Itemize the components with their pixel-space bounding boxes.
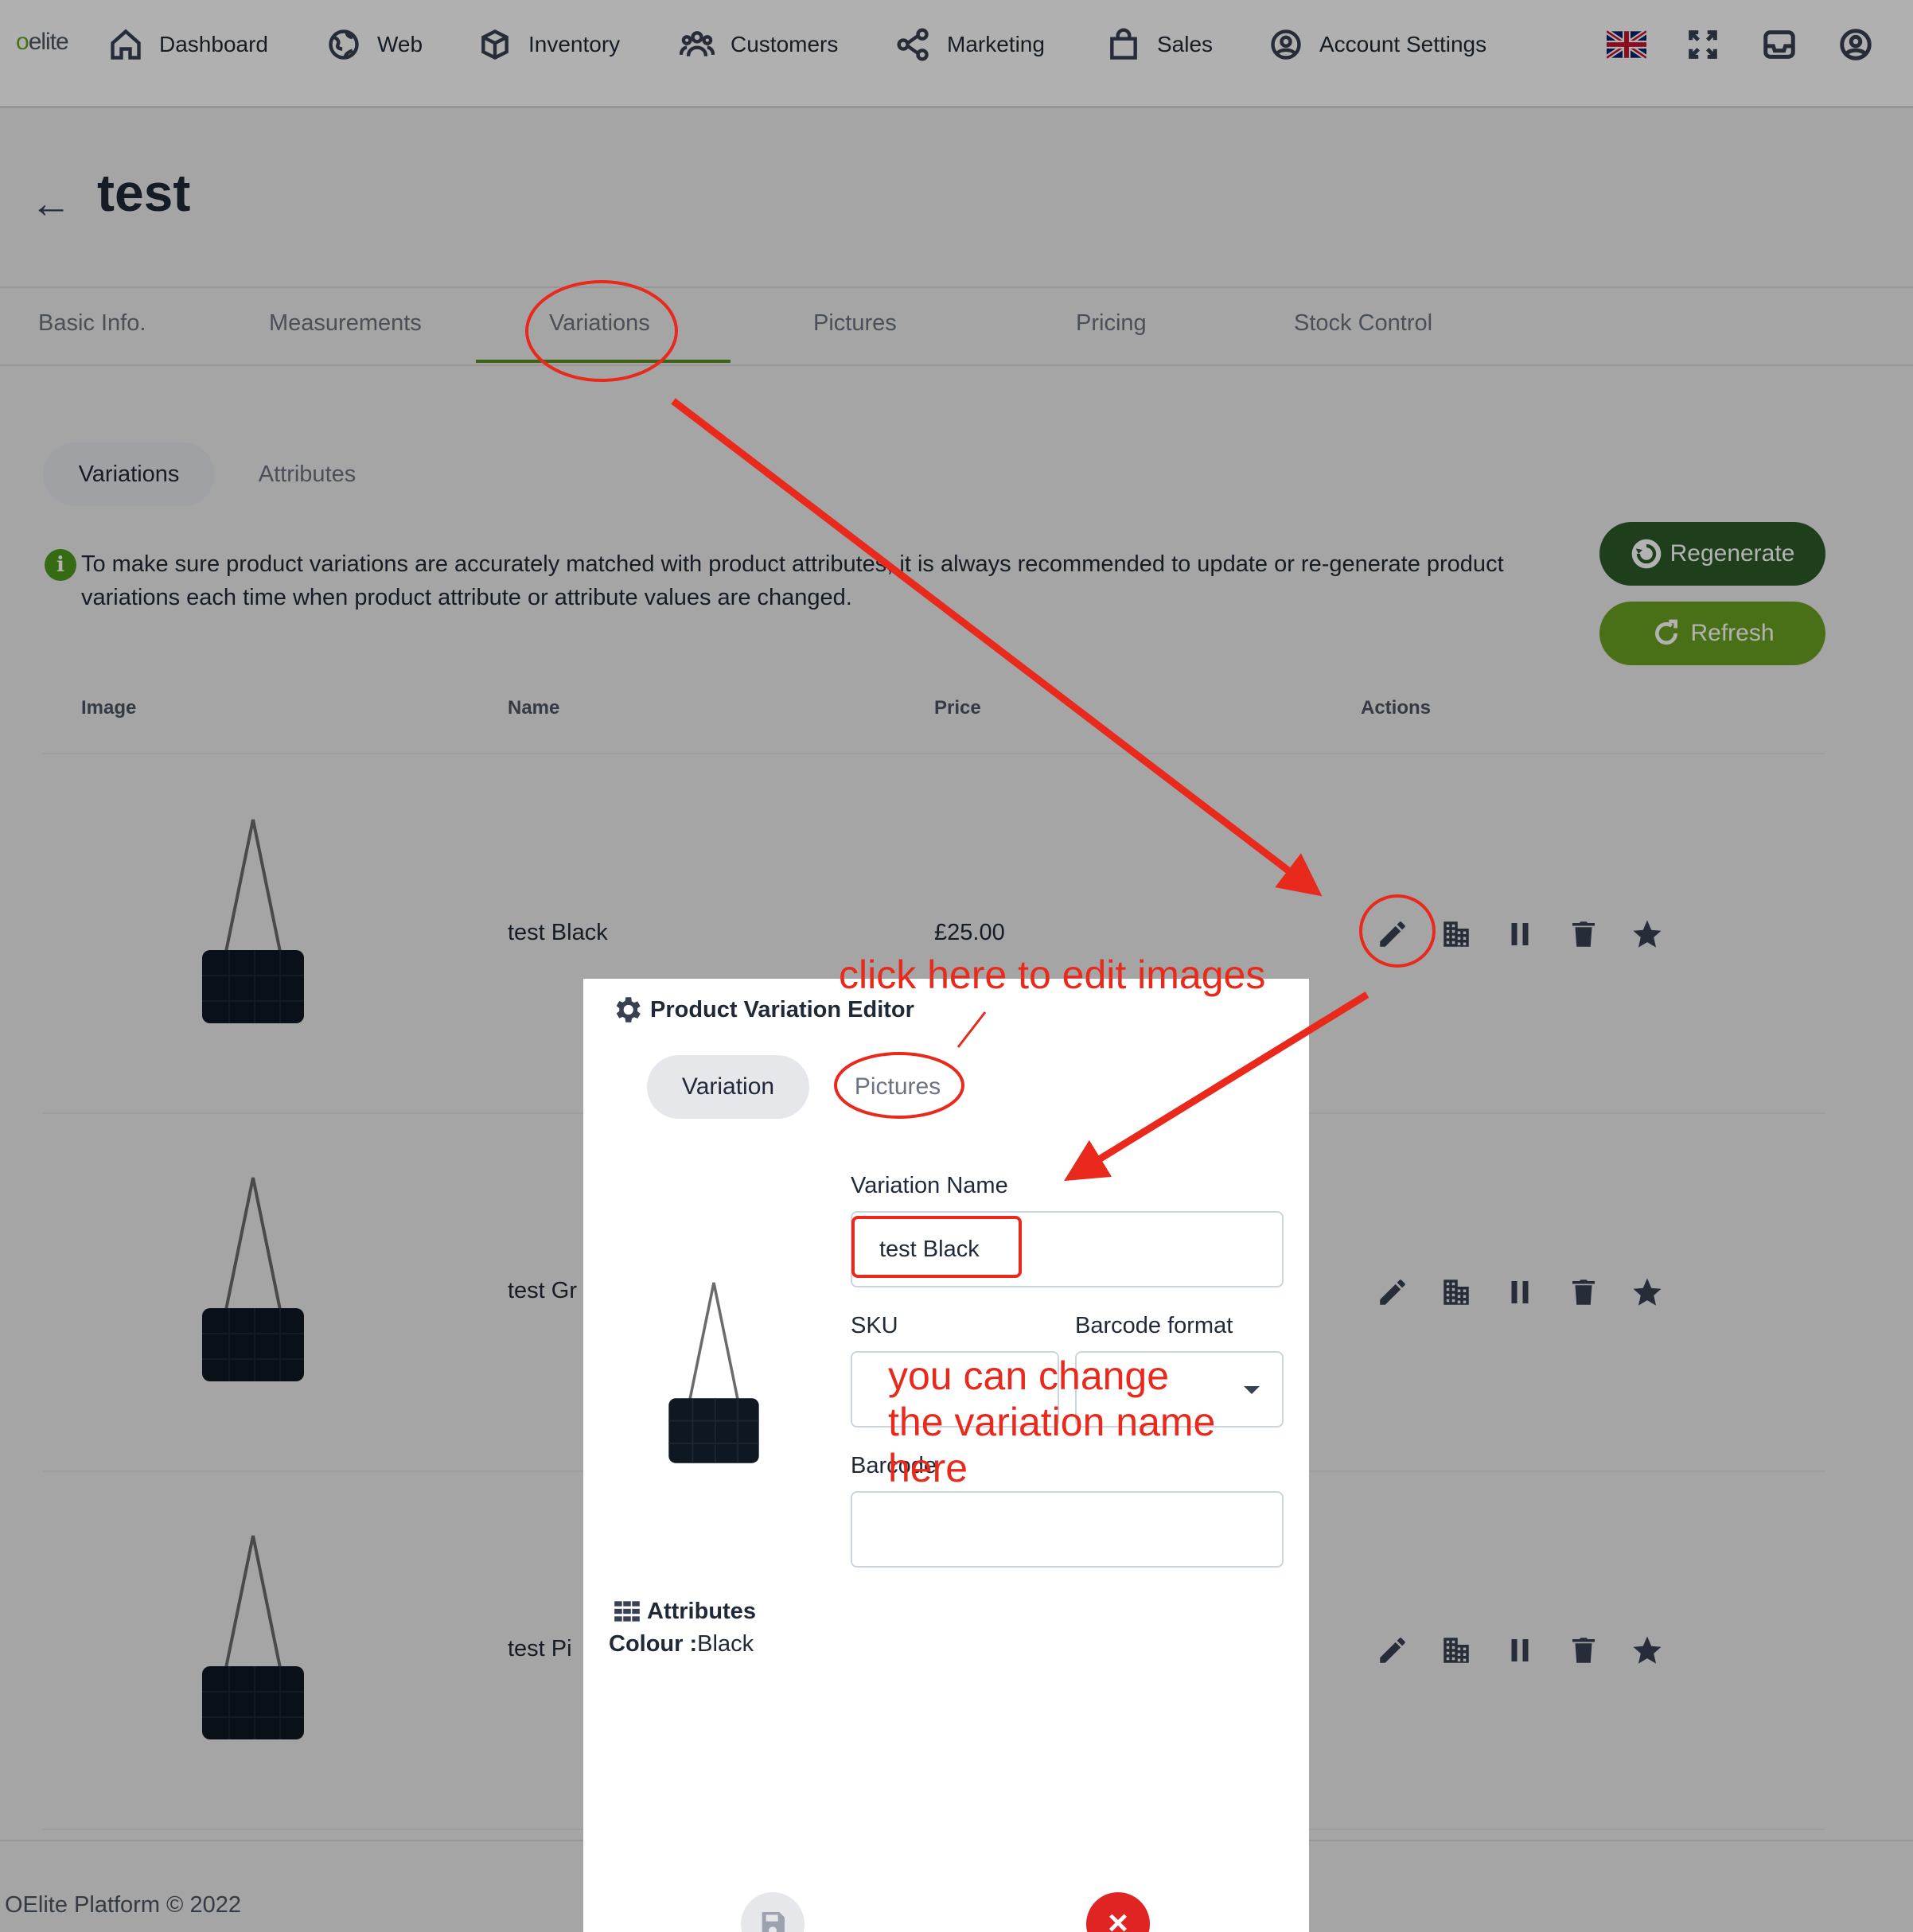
attribute-colour: Colour :Black <box>609 1631 754 1657</box>
chevron-down-icon <box>1244 1386 1260 1394</box>
save-icon <box>762 1912 785 1932</box>
close-button[interactable]: × <box>1086 1892 1150 1932</box>
close-icon: × <box>1108 1903 1128 1932</box>
variation-image[interactable] <box>664 1280 763 1470</box>
modal-title: Product Variation Editor <box>610 993 914 1026</box>
annotation-change-name: you can change the variation name here <box>888 1354 1216 1490</box>
modal-tab-variation[interactable]: Variation <box>647 1055 809 1119</box>
save-button[interactable] <box>741 1892 805 1932</box>
attributes-title: Attributes <box>612 1596 756 1626</box>
barcode-input[interactable] <box>851 1491 1284 1568</box>
grid-icon <box>614 1601 640 1622</box>
modal-tab-pictures[interactable]: Pictures <box>830 1055 965 1119</box>
annotation-edit-images: click here to edit images <box>839 952 1266 997</box>
variation-name-label: Variation Name <box>851 1173 1008 1198</box>
gear-icon <box>616 997 641 1022</box>
barcode-format-label: Barcode format <box>1075 1313 1233 1338</box>
variation-name-input[interactable]: test Black <box>851 1211 1284 1287</box>
sku-label: SKU <box>851 1313 898 1338</box>
